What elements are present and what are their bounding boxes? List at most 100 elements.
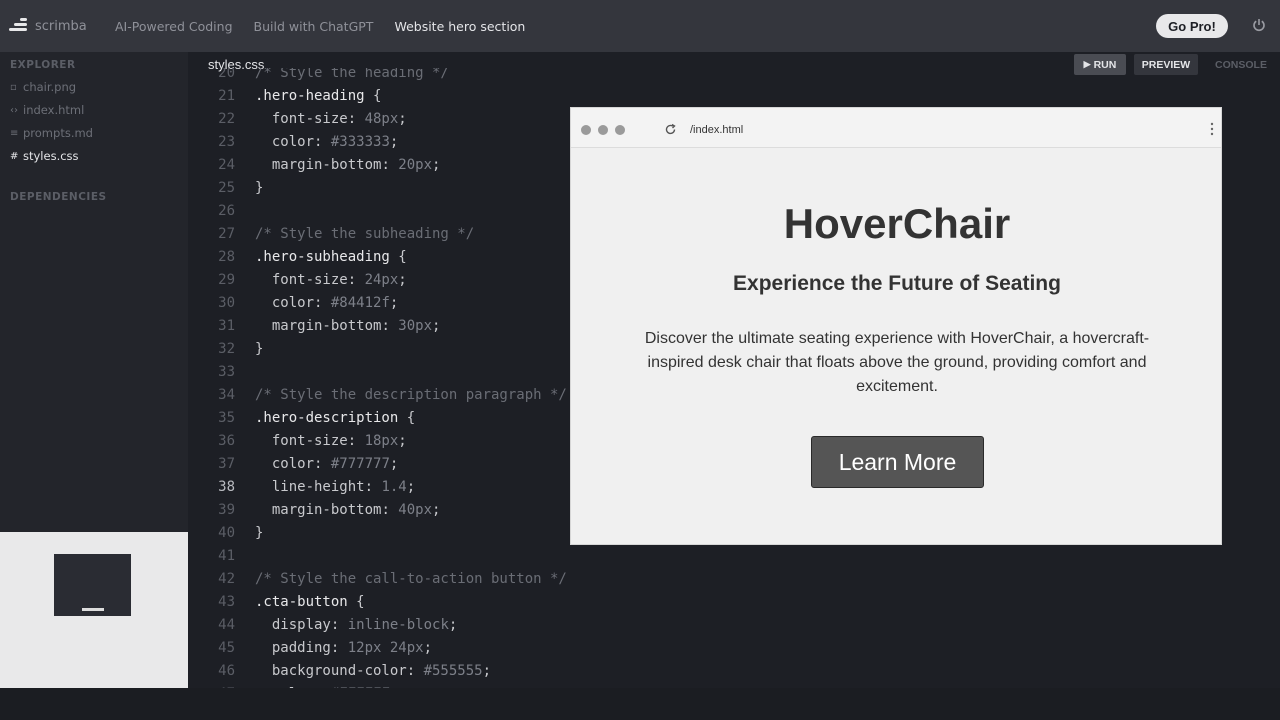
code-line[interactable]: 45 padding: 12px 24px; <box>200 637 432 660</box>
line-text: } <box>255 180 264 196</box>
code-line[interactable]: 46 background-color: #555555; <box>200 660 491 683</box>
line-text: color: #FFFFFF; <box>255 686 398 688</box>
code-line[interactable]: 41 <box>200 545 255 568</box>
line-number: 29 <box>218 272 235 288</box>
line-number: 45 <box>218 640 235 656</box>
line-text: margin-bottom: 20px; <box>271 157 441 173</box>
scrimba-logo[interactable]: scrimba <box>9 18 99 34</box>
line-text: /* Style the description paragraph */ <box>255 387 567 403</box>
file-item-chair[interactable]: ▫ chair.png <box>10 80 76 94</box>
code-line[interactable]: 32} <box>200 338 263 361</box>
line-number: 38 <box>218 479 235 495</box>
code-line[interactable]: 33 <box>200 361 255 384</box>
kebab-menu-icon[interactable] <box>1210 122 1214 136</box>
file-name: index.html <box>23 103 85 117</box>
code-line[interactable]: 47 color: #FFFFFF; <box>200 683 398 688</box>
code-line[interactable]: 43 .cta-button { <box>200 591 365 614</box>
file-name: prompts.md <box>23 126 93 140</box>
hero-subheading: Experience the Future of Seating <box>733 272 1061 295</box>
code-line[interactable]: 30 color: #84412f; <box>200 292 398 315</box>
line-text: /* Style the call-to-action button */ <box>255 571 567 587</box>
code-line[interactable]: 35 .hero-description { <box>200 407 415 430</box>
html-icon: ‹› <box>10 104 18 116</box>
file-item-styles[interactable]: # styles.css <box>10 149 79 163</box>
go-pro-button[interactable]: Go Pro! <box>1156 14 1228 38</box>
line-text: background-color: #555555; <box>271 663 492 679</box>
preview-url[interactable]: /index.html <box>690 124 743 136</box>
code-line[interactable]: 20 /* Style the heading */ <box>200 68 449 85</box>
code-line[interactable]: 42 /* Style the call-to-action button */ <box>200 568 567 591</box>
text-icon: ≡ <box>10 127 19 139</box>
code-line[interactable]: 44 display: inline-block; <box>200 614 457 637</box>
line-text: /* Style the subheading */ <box>255 226 475 242</box>
line-number: 24 <box>218 157 235 173</box>
line-number: 21 <box>218 88 235 104</box>
line-text: font-size: 24px; <box>271 272 407 288</box>
top-bar: scrimba AI-Powered Coding Build with Cha… <box>0 0 1280 52</box>
code-line[interactable]: 28 .hero-subheading { <box>200 246 407 269</box>
line-number: 32 <box>218 341 235 357</box>
line-text: margin-bottom: 30px; <box>271 318 441 334</box>
code-line[interactable]: 34 /* Style the description paragraph */ <box>200 384 567 407</box>
thumbnail-button <box>82 608 104 611</box>
reload-icon[interactable] <box>664 123 677 136</box>
code-line[interactable]: 24 margin-bottom: 20px; <box>200 154 440 177</box>
image-icon: ▫ <box>10 81 17 93</box>
code-line[interactable]: 36 font-size: 18px; <box>200 430 407 453</box>
line-number: 44 <box>218 617 235 633</box>
line-number: 30 <box>218 295 235 311</box>
preview-browser-bar: /index.html <box>571 108 1221 148</box>
code-line[interactable]: 38 line-height: 1.4; <box>200 476 415 499</box>
line-number: 22 <box>218 111 235 127</box>
code-line[interactable]: 29 font-size: 24px; <box>200 269 407 292</box>
code-line[interactable]: 37 color: #777777; <box>200 453 398 476</box>
line-number: 31 <box>218 318 235 334</box>
file-item-prompts[interactable]: ≡ prompts.md <box>10 126 93 140</box>
bottom-bar <box>0 688 1280 720</box>
code-line[interactable]: 39 margin-bottom: 40px; <box>200 499 440 522</box>
logo-text: scrimba <box>35 18 87 34</box>
hash-icon: # <box>10 150 19 162</box>
line-text: /* Style the heading */ <box>255 68 449 81</box>
line-number: 36 <box>218 433 235 449</box>
line-text: font-size: 18px; <box>271 433 407 449</box>
code-line[interactable]: 23 color: #333333; <box>200 131 398 154</box>
code-line[interactable]: 31 margin-bottom: 30px; <box>200 315 440 338</box>
thumbnail-editor <box>54 554 131 616</box>
line-text: .hero-subheading { <box>255 249 407 265</box>
code-line[interactable]: 40} <box>200 522 263 545</box>
file-name: styles.css <box>23 149 79 163</box>
line-text: .cta-button { <box>255 594 365 610</box>
code-line[interactable]: 27 /* Style the subheading */ <box>200 223 474 246</box>
file-item-index[interactable]: ‹› index.html <box>10 103 84 117</box>
line-text: } <box>255 525 264 541</box>
code-line[interactable]: 21 .hero-heading { <box>200 85 381 108</box>
learn-more-button[interactable]: Learn More <box>811 436 984 488</box>
line-number: 43 <box>218 594 235 610</box>
line-number: 47 <box>200 683 235 688</box>
line-number: 27 <box>218 226 235 242</box>
line-text: color: #84412f; <box>271 295 399 311</box>
explorer-heading: EXPLORER <box>10 59 76 71</box>
window-dot-icon <box>615 125 625 135</box>
window-dot-icon <box>598 125 608 135</box>
line-text: .hero-description { <box>255 410 416 426</box>
line-number: 35 <box>218 410 235 426</box>
preview-thumbnail[interactable] <box>0 532 188 688</box>
code-line[interactable]: 25} <box>200 177 263 200</box>
code-line[interactable]: 26 <box>200 200 255 223</box>
preview-panel: /index.html HoverChair Experience the Fu… <box>570 107 1222 545</box>
breadcrumb-course[interactable]: AI-Powered Coding <box>115 19 233 34</box>
line-number: 46 <box>218 663 235 679</box>
breadcrumb-lesson: Website hero section <box>394 18 526 34</box>
code-line[interactable]: 22 font-size: 48px; <box>200 108 407 131</box>
line-text: .hero-heading { <box>255 88 382 104</box>
line-text: } <box>255 341 264 357</box>
power-icon[interactable] <box>1252 18 1266 32</box>
breadcrumb-module[interactable]: Build with ChatGPT <box>254 19 374 34</box>
line-number: 37 <box>218 456 235 472</box>
line-text: color: #333333; <box>271 134 399 150</box>
line-text: font-size: 48px; <box>271 111 407 127</box>
scrimba-logo-icon <box>9 18 29 34</box>
line-number: 40 <box>218 525 235 541</box>
